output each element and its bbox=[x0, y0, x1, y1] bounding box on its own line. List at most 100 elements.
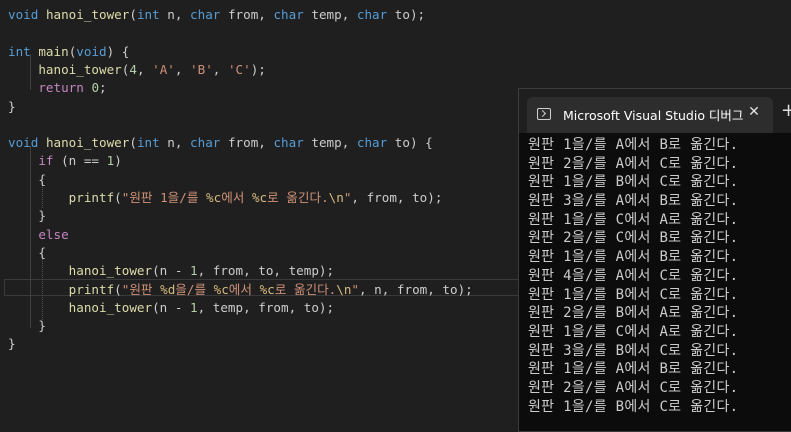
code-token: 'B' bbox=[190, 61, 213, 77]
code-token: (n - bbox=[152, 263, 190, 279]
code-line[interactable]: hanoi_tower(4, 'A', 'B', 'C'); bbox=[8, 61, 791, 79]
close-icon[interactable]: ✕ bbox=[745, 103, 763, 121]
code-token: %c bbox=[251, 190, 268, 205]
console-tab-title: Microsoft Visual Studio 디버그 bbox=[563, 108, 744, 123]
code-line[interactable]: int main(void) { bbox=[8, 43, 791, 61]
code-token: hanoi_tower bbox=[68, 299, 153, 315]
console-output: 원판 1을/를 A에서 B로 옮긴다. 원판 2을/를 A에서 C로 옮긴다. 원판… bbox=[528, 136, 791, 416]
console-output-line: 원판 2을/를 A에서 C로 옮긴다. bbox=[528, 379, 739, 396]
code-token: 로 옮긴다. bbox=[274, 281, 337, 297]
code-token: "원판 bbox=[121, 281, 161, 297]
code-token: 'C' bbox=[227, 61, 251, 77]
code-token: 4 bbox=[129, 61, 137, 77]
code-token: 에서 bbox=[221, 190, 252, 205]
code-token: n, bbox=[159, 135, 191, 151]
code-token: return bbox=[38, 80, 84, 96]
console-output-line: 원판 4을/를 A에서 C로 옮긴다. bbox=[528, 267, 739, 284]
console-output-line: 원판 1을/를 C에서 A로 옮긴다. bbox=[528, 323, 739, 340]
code-token: ( bbox=[114, 190, 122, 205]
code-token: 1 bbox=[190, 299, 198, 315]
code-token: main bbox=[38, 43, 69, 59]
console-output-line: 원판 2을/를 C에서 B로 옮긴다. bbox=[528, 230, 739, 247]
code-line[interactable] bbox=[8, 24, 791, 42]
code-token: int bbox=[136, 7, 160, 22]
code-token: n, bbox=[159, 7, 191, 22]
code-token: hanoi_tower bbox=[38, 61, 122, 77]
code-token: , bbox=[212, 61, 228, 77]
code-token: , bbox=[174, 61, 191, 77]
console-tab[interactable]: Microsoft Visual Studio 디버그 ✕ bbox=[527, 97, 773, 133]
code-token: to); bbox=[387, 7, 426, 22]
code-token: } bbox=[8, 208, 46, 224]
code-token: void bbox=[8, 7, 39, 22]
code-line[interactable]: void hanoi_tower(int n, char from, char … bbox=[8, 6, 791, 24]
code-token: char bbox=[190, 7, 221, 22]
code-token: ) bbox=[114, 153, 122, 169]
terminal-icon bbox=[537, 108, 551, 120]
console-title-bar: Microsoft Visual Studio 디버그 ✕ + bbox=[519, 89, 791, 133]
console-output-line: 원판 1을/를 B에서 C로 옮긴다. bbox=[528, 174, 739, 191]
code-token: hanoi_tower bbox=[45, 135, 130, 151]
code-token: { bbox=[8, 171, 46, 187]
code-token: char bbox=[190, 135, 221, 151]
code-token: ( bbox=[114, 281, 122, 297]
code-token: 0 bbox=[91, 80, 100, 96]
code-token: 로 옮긴다. bbox=[267, 190, 329, 205]
code-token: %c bbox=[259, 281, 275, 297]
code-token: hanoi_tower bbox=[45, 7, 130, 22]
console-output-line: 원판 1을/를 A에서 B로 옮긴다. bbox=[528, 249, 739, 266]
code-token: , from, to, temp); bbox=[197, 263, 335, 279]
code-token: ); bbox=[250, 61, 266, 77]
console-output-line: 원판 2을/를 A에서 C로 옮긴다. bbox=[528, 155, 739, 172]
code-token: int bbox=[136, 135, 160, 151]
code-token: temp, bbox=[303, 7, 357, 22]
console-output-line: 원판 2을/를 B에서 A로 옮긴다. bbox=[528, 305, 739, 322]
code-token: %c bbox=[206, 190, 222, 205]
console-output-line: 원판 3을/를 A에서 B로 옮긴다. bbox=[528, 193, 739, 210]
code-token: , bbox=[136, 61, 153, 77]
code-token: 에서 bbox=[228, 281, 260, 297]
code-token: void bbox=[76, 43, 107, 59]
code-token: (n - bbox=[152, 299, 190, 315]
debug-console-window[interactable]: Microsoft Visual Studio 디버그 ✕ + 원판 1을/를 … bbox=[518, 88, 791, 432]
code-token: %d bbox=[160, 281, 176, 297]
code-token: (n == bbox=[53, 153, 107, 169]
new-tab-button[interactable]: + bbox=[781, 101, 791, 121]
code-token: } bbox=[8, 98, 16, 114]
code-token: temp, bbox=[303, 135, 357, 151]
code-token: char bbox=[356, 135, 388, 151]
code-token: printf bbox=[68, 190, 115, 205]
console-output-line: 원판 1을/를 A에서 B로 옮긴다. bbox=[528, 137, 739, 153]
code-token: { bbox=[8, 244, 46, 260]
console-output-line: 원판 1을/를 C에서 A로 옮긴다. bbox=[528, 211, 739, 228]
code-token: , temp, from, to); bbox=[197, 299, 335, 315]
code-token: 1 bbox=[190, 263, 198, 279]
code-token: ) { bbox=[106, 43, 130, 59]
code-token: hanoi_tower bbox=[68, 263, 153, 279]
code-token: } bbox=[8, 336, 16, 352]
code-token: ; bbox=[99, 80, 107, 96]
console-output-line: 원판 1을/를 A에서 B로 옮긴다. bbox=[528, 361, 739, 378]
code-token: } bbox=[8, 318, 46, 334]
code-token: if bbox=[38, 153, 54, 169]
code-token: char bbox=[356, 7, 388, 22]
code-token: char bbox=[273, 135, 304, 151]
code-token: "원판 1을/를 bbox=[121, 190, 207, 205]
code-token: from, bbox=[220, 7, 274, 22]
code-token: to) { bbox=[387, 135, 433, 151]
code-token: char bbox=[273, 7, 304, 22]
code-token: \n bbox=[328, 190, 344, 205]
code-token: , n, from, to); bbox=[359, 281, 473, 297]
code-token: else bbox=[38, 226, 69, 242]
code-token: 'A' bbox=[152, 61, 175, 77]
console-output-line: 원판 3을/를 B에서 C로 옮긴다. bbox=[528, 342, 739, 359]
console-output-line: 원판 1을/를 B에서 C로 옮긴다. bbox=[528, 286, 739, 303]
